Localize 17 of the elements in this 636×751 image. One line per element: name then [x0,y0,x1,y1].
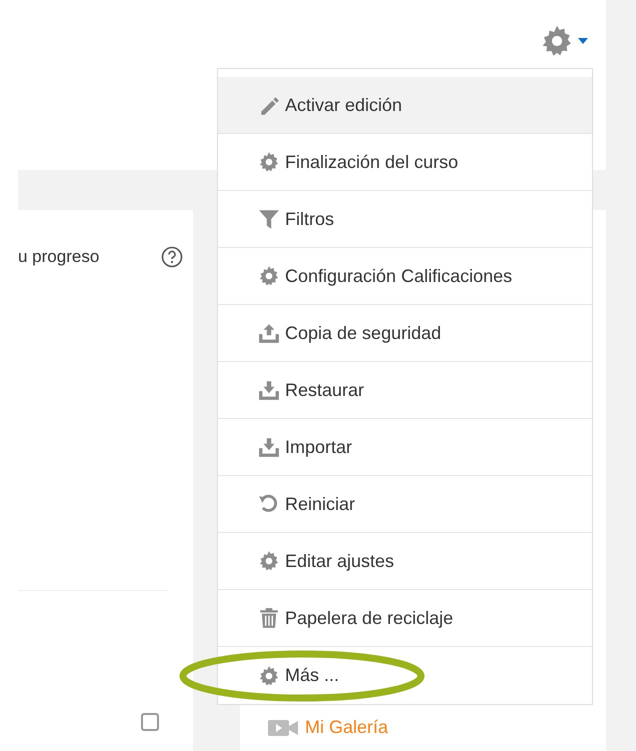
filter-icon [258,208,280,230]
settings-menu-button[interactable] [540,24,588,58]
download-icon [258,436,280,458]
gear-icon [258,151,280,173]
reset-icon [258,493,280,515]
progress-label: u progreso [18,246,100,268]
caret-icon [578,38,588,44]
gear-icon [258,550,280,572]
trash-icon [258,607,280,629]
checkbox[interactable] [141,712,159,730]
video-camera-icon [268,718,299,736]
gear-icon [258,664,280,686]
gear-icon [258,265,280,287]
upload-icon [258,322,280,344]
help-icon [161,246,183,268]
menu-item[interactable]: Activar edición [218,77,592,134]
download-icon [258,379,280,401]
